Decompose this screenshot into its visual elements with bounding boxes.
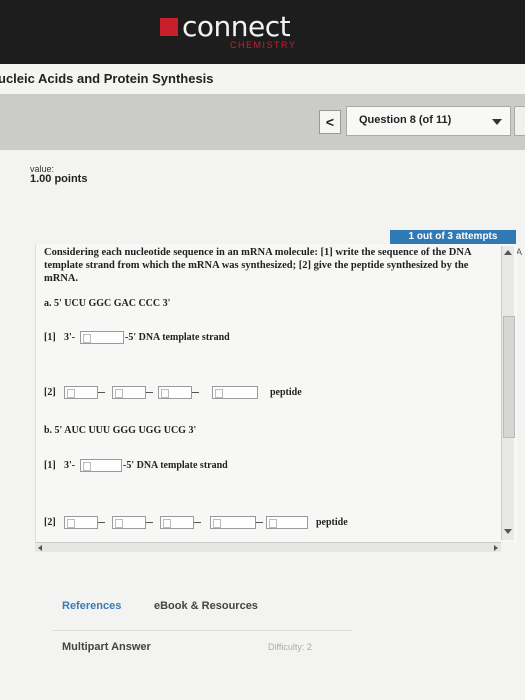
question-vertical-scrollbar[interactable] xyxy=(501,246,515,540)
scroll-left-icon[interactable] xyxy=(38,545,42,551)
peptide-bond-dash xyxy=(192,392,199,393)
part-b-row2-suffix: peptide xyxy=(316,517,348,528)
difficulty-label: Difficulty: 2 xyxy=(268,642,312,652)
logo-square-icon xyxy=(160,18,178,36)
scroll-right-icon[interactable] xyxy=(494,545,498,551)
chevron-down-icon xyxy=(492,119,502,125)
divider xyxy=(52,630,352,631)
part-b-peptide-input-5[interactable] xyxy=(266,516,308,529)
question-nav-band: < Question 8 (of 11) xyxy=(0,94,525,150)
part-a-row2-label: [2] xyxy=(44,387,56,398)
brand-subject: CHEMISTRY xyxy=(230,40,297,50)
scroll-thumb[interactable] xyxy=(503,316,515,438)
peptide-bond-dash xyxy=(98,522,105,523)
previous-question-button[interactable]: < xyxy=(319,110,341,134)
attempts-badge: 1 out of 3 attempts xyxy=(390,230,516,244)
part-b-peptide-input-1[interactable] xyxy=(64,516,98,529)
question-prompt: Considering each nucleotide sequence in … xyxy=(44,247,471,284)
peptide-bond-dash xyxy=(194,522,201,523)
part-b-dna-input[interactable] xyxy=(80,459,122,472)
part-a-sequence: a. 5' UCU GGC GAC CCC 3' xyxy=(44,298,171,309)
ebook-resources-link[interactable]: eBook & Resources xyxy=(154,600,258,612)
part-a-dna-input[interactable] xyxy=(80,331,124,344)
part-a-peptide-input-2[interactable] xyxy=(112,386,146,399)
part-b-peptide-input-3[interactable] xyxy=(160,516,194,529)
brand-name: connect xyxy=(182,10,291,43)
scroll-down-icon[interactable] xyxy=(504,529,512,534)
peptide-bond-dash xyxy=(98,392,105,393)
peptide-bond-dash xyxy=(146,522,153,523)
part-a-row2-suffix: peptide xyxy=(270,387,302,398)
part-b-row1-label: [1] xyxy=(44,460,56,471)
part-b-sequence: b. 5' AUC UUU GGG UGG UCG 3' xyxy=(44,425,197,436)
assignment-title-bar: ucleic Acids and Protein Synthesis xyxy=(0,64,525,94)
part-a-row1-prefix: 3'- xyxy=(64,332,76,343)
part-a-peptide-input-3[interactable] xyxy=(158,386,192,399)
part-b-row2-label: [2] xyxy=(44,517,56,528)
value-points: 1.00 points xyxy=(30,173,88,185)
part-a-row1-suffix: -5' DNA template strand xyxy=(125,332,230,343)
multipart-answer-label: Multipart Answer xyxy=(62,641,151,653)
peptide-bond-dash xyxy=(256,522,263,523)
part-a-peptide-input-1[interactable] xyxy=(64,386,98,399)
question-selector-label: Question 8 (of 11) xyxy=(359,114,452,126)
question-selector[interactable]: Question 8 (of 11) xyxy=(346,106,511,136)
top-bar: connect CHEMISTRY xyxy=(0,0,525,64)
content-area: value: 1.00 points 1 out of 3 attempts A… xyxy=(0,150,525,700)
question-horizontal-scrollbar[interactable] xyxy=(35,542,501,552)
next-question-button-edge[interactable] xyxy=(514,106,525,136)
part-b-peptide-input-2[interactable] xyxy=(112,516,146,529)
assignment-title: ucleic Acids and Protein Synthesis xyxy=(0,71,214,86)
references-link[interactable]: References xyxy=(62,600,121,612)
part-a-row1-label: [1] xyxy=(44,332,56,343)
part-b-row1-suffix: -5' DNA template strand xyxy=(123,460,228,471)
peptide-bond-dash xyxy=(146,392,153,393)
part-b-peptide-input-4[interactable] xyxy=(210,516,256,529)
part-b-row1-prefix: 3'- xyxy=(64,460,76,471)
scroll-up-icon[interactable] xyxy=(504,250,512,255)
part-a-peptide-input-4[interactable] xyxy=(212,386,258,399)
